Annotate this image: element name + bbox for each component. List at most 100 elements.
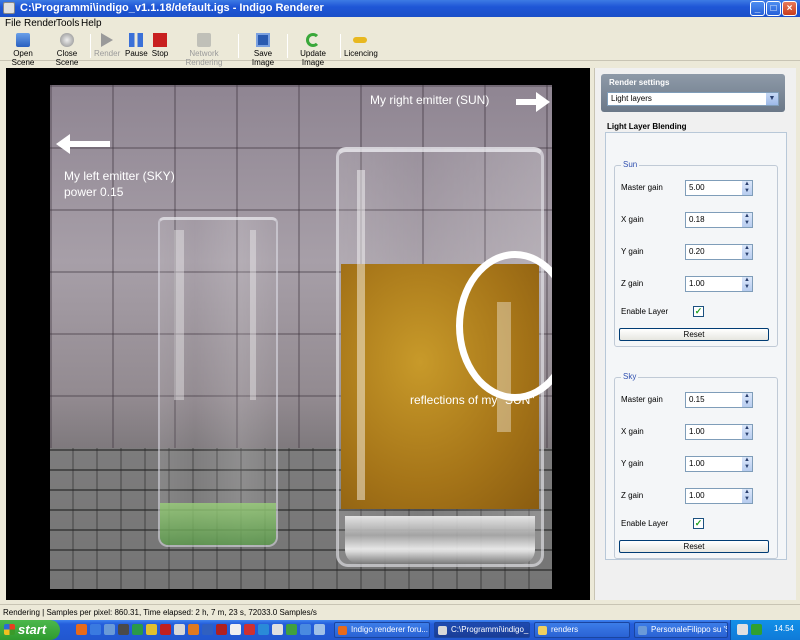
sky-reset-button[interactable]: Reset <box>619 540 769 553</box>
app-icon[interactable] <box>230 624 241 635</box>
app-icon[interactable] <box>118 624 129 635</box>
spin-arrows-icon[interactable]: ▲ ▼ <box>742 457 752 471</box>
sun-master-gain-spinbox[interactable]: 5.00 ▲ ▼ <box>685 180 753 196</box>
maximize-button[interactable]: □ <box>766 1 781 16</box>
window-title: C:\Programmi\indigo_v1.1.18/default.igs … <box>20 2 324 14</box>
app-icon[interactable] <box>132 624 143 635</box>
sun-z-gain-row: Z gain 1.00 ▲ ▼ <box>621 276 771 292</box>
app-icon[interactable] <box>202 624 213 635</box>
tray-icon[interactable] <box>737 624 748 635</box>
small-glass <box>158 217 278 547</box>
menu-file[interactable]: File <box>5 18 21 29</box>
menu-help[interactable]: Help <box>81 18 102 29</box>
sky-master-gain-spinbox[interactable]: 0.15 ▲ ▼ <box>685 392 753 408</box>
close-button[interactable]: × <box>782 1 797 16</box>
save-image-button[interactable]: Save Image <box>243 33 283 67</box>
toolbar-separator <box>238 34 239 58</box>
app-icon[interactable] <box>188 624 199 635</box>
app-icon <box>3 2 15 14</box>
spin-value: 0.20 <box>689 247 705 256</box>
enable-layer-label: Enable Layer <box>621 519 669 528</box>
app-icon[interactable] <box>216 624 227 635</box>
spin-arrows-icon[interactable]: ▲ ▼ <box>742 393 752 407</box>
network-rendering-button[interactable]: Network Rendering <box>173 33 235 67</box>
status-bar: Rendering | Samples per pixel: 860.31, T… <box>0 604 800 620</box>
pause-label: Pause <box>125 49 148 58</box>
update-image-button[interactable]: Update Image <box>290 33 336 67</box>
sky-x-gain-spinbox[interactable]: 1.00 ▲ ▼ <box>685 424 753 440</box>
app-icon[interactable] <box>258 624 269 635</box>
network-icon <box>197 33 211 47</box>
rendered-image: My left emitter (SKY) power 0.15 My righ… <box>50 85 552 589</box>
sun-y-gain-spinbox[interactable]: 0.20 ▲ ▼ <box>685 244 753 260</box>
pause-icon <box>129 33 143 47</box>
taskbar: start Indigo renderer foru... C:\Program… <box>0 620 800 640</box>
y-gain-label: Y gain <box>621 247 644 256</box>
app-icon[interactable] <box>244 624 255 635</box>
sky-enable-row: Enable Layer ✓ <box>621 516 771 532</box>
menu-tools[interactable]: Tools <box>56 18 79 29</box>
minimize-button[interactable]: _ <box>750 1 765 16</box>
y-gain-label: Y gain <box>621 459 644 468</box>
start-label: start <box>18 622 47 637</box>
task-label: PersonaleFilippo su 'S... <box>651 625 727 634</box>
sky-enable-checkbox[interactable]: ✓ <box>693 518 704 529</box>
app-icon[interactable] <box>286 624 297 635</box>
app-icon[interactable] <box>300 624 311 635</box>
task-indigo-forum[interactable]: Indigo renderer foru... <box>334 622 430 638</box>
licencing-button[interactable]: Licencing <box>344 33 378 58</box>
glass-highlight <box>174 230 184 400</box>
master-gain-label: Master gain <box>621 183 663 192</box>
sun-enable-checkbox[interactable]: ✓ <box>693 306 704 317</box>
app-icon[interactable] <box>174 624 185 635</box>
sun-reset-button[interactable]: Reset <box>619 328 769 341</box>
sky-y-gain-spinbox[interactable]: 1.00 ▲ ▼ <box>685 456 753 472</box>
app-icon[interactable] <box>272 624 283 635</box>
firefox-icon <box>338 626 347 635</box>
sun-enable-row: Enable Layer ✓ <box>621 304 771 320</box>
spin-value: 0.18 <box>689 215 705 224</box>
chevron-down-icon[interactable]: ▼ <box>766 93 778 105</box>
open-scene-button[interactable]: Open Scene <box>4 33 42 67</box>
explorer-icon[interactable] <box>90 624 101 635</box>
spin-arrows-icon[interactable]: ▲ ▼ <box>742 489 752 503</box>
settings-dropdown[interactable]: Light layers ▼ <box>607 92 779 106</box>
spin-arrows-icon[interactable]: ▲ ▼ <box>742 181 752 195</box>
task-indigo-renderer[interactable]: C:\Programmi\indigo_... <box>434 622 530 638</box>
stop-button[interactable]: Stop <box>151 33 169 58</box>
spin-arrows-icon[interactable]: ▲ ▼ <box>742 277 752 291</box>
sun-z-gain-spinbox[interactable]: 1.00 ▲ ▼ <box>685 276 753 292</box>
app-icon[interactable] <box>314 624 325 635</box>
x-gain-label: X gain <box>621 427 644 436</box>
render-viewport[interactable]: My left emitter (SKY) power 0.15 My righ… <box>6 68 590 600</box>
task-label: Indigo renderer foru... <box>351 625 428 634</box>
render-button[interactable]: Render <box>94 33 120 58</box>
start-button[interactable]: start <box>0 620 60 640</box>
open-scene-label: Open Scene <box>11 49 35 67</box>
dropdown-value: Light layers <box>611 94 652 103</box>
app-icon[interactable] <box>160 624 171 635</box>
close-scene-button[interactable]: Close Scene <box>47 33 87 67</box>
network-rendering-label: Network Rendering <box>185 49 223 67</box>
firefox-icon[interactable] <box>76 624 87 635</box>
desktop-icon[interactable] <box>104 624 115 635</box>
sky-z-gain-spinbox[interactable]: 1.00 ▲ ▼ <box>685 488 753 504</box>
window-icon <box>638 626 647 635</box>
refresh-icon <box>306 33 320 47</box>
sky-z-gain-row: Z gain 1.00 ▲ ▼ <box>621 488 771 504</box>
light-layer-blending-title: Light Layer Blending <box>607 122 687 131</box>
sun-layer-group: Sun Master gain 5.00 ▲ ▼ X gain 0.18 ▲ ▼ Y g… <box>614 160 778 347</box>
sun-x-gain-spinbox[interactable]: 0.18 ▲ ▼ <box>685 212 753 228</box>
tray-icon[interactable] <box>751 624 762 635</box>
app-icon[interactable] <box>146 624 157 635</box>
spin-arrows-icon[interactable]: ▲ ▼ <box>742 245 752 259</box>
spin-arrows-icon[interactable]: ▲ ▼ <box>742 425 752 439</box>
menu-render[interactable]: Render <box>24 18 57 29</box>
toolbar: Open Scene Close Scene Render Pause Stop… <box>0 31 800 67</box>
light-layer-blending-box: Sun Master gain 5.00 ▲ ▼ X gain 0.18 ▲ ▼ Y g… <box>605 132 787 560</box>
render-label: Render <box>94 49 121 58</box>
task-renders-folder[interactable]: renders <box>534 622 630 638</box>
spin-arrows-icon[interactable]: ▲ ▼ <box>742 213 752 227</box>
task-personale[interactable]: PersonaleFilippo su 'S... <box>634 622 728 638</box>
pause-button[interactable]: Pause <box>125 33 148 58</box>
